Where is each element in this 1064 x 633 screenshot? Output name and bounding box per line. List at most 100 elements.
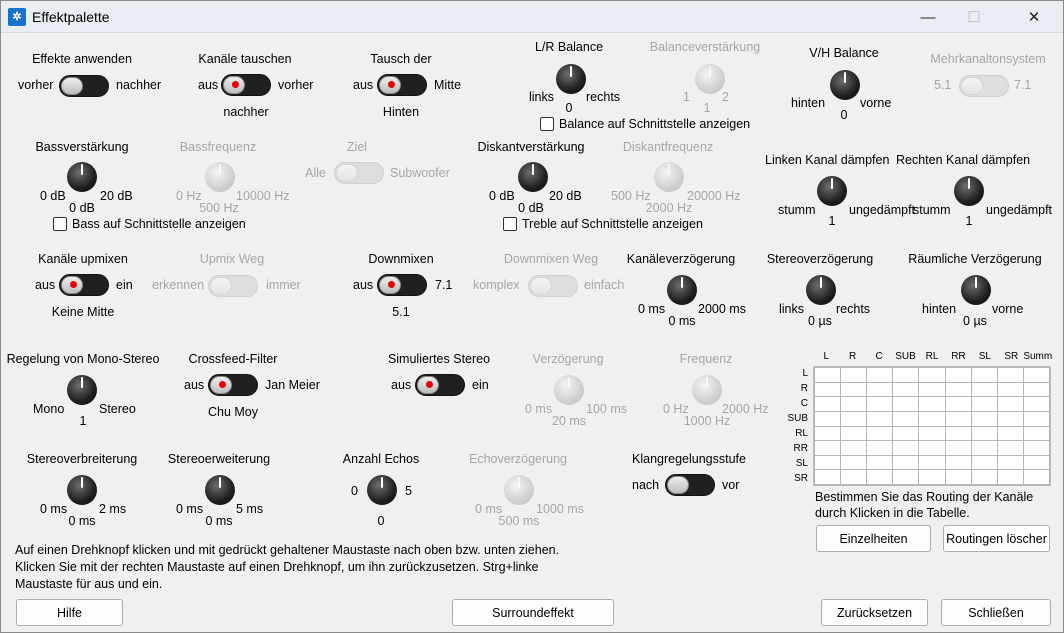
downmix-toggle[interactable] — [377, 274, 427, 296]
echoverz-knob[interactable] — [501, 472, 537, 508]
routing-cell[interactable] — [996, 469, 1024, 485]
routing-cell[interactable] — [918, 425, 946, 442]
routing-cell[interactable] — [840, 440, 868, 456]
stereoerw-knob[interactable] — [202, 472, 238, 508]
tausch-toggle[interactable] — [377, 74, 427, 96]
routing-cell[interactable] — [892, 469, 920, 485]
routing-cell[interactable] — [1022, 396, 1051, 412]
klangstufe-toggle[interactable] — [665, 474, 715, 496]
diskantfreq-knob[interactable] — [651, 159, 687, 195]
routing-cell[interactable] — [918, 381, 946, 398]
routing-cell[interactable] — [970, 381, 998, 398]
routing-cell[interactable] — [840, 381, 868, 398]
close-dialog-button[interactable]: Schließen — [941, 599, 1051, 626]
routing-cell[interactable] — [813, 396, 842, 412]
routing-cell[interactable] — [866, 410, 894, 427]
routing-cell[interactable] — [996, 410, 1024, 427]
routing-cell[interactable] — [866, 367, 894, 383]
routing-cell[interactable] — [892, 396, 920, 412]
verzoegerung-knob[interactable] — [551, 372, 587, 408]
minimize-button[interactable]: — — [905, 1, 951, 33]
routing-cell[interactable] — [866, 454, 894, 471]
crossfeed-toggle[interactable] — [208, 374, 258, 396]
routing-cell[interactable] — [813, 454, 842, 471]
routing-cell[interactable] — [918, 410, 946, 427]
reset-button[interactable]: Zurücksetzen — [821, 599, 928, 626]
routing-cell[interactable] — [1022, 367, 1051, 383]
routing-cell[interactable] — [1022, 425, 1051, 442]
routing-cell[interactable] — [944, 396, 972, 412]
routing-cell[interactable] — [892, 440, 920, 456]
routing-cell[interactable] — [813, 425, 842, 442]
stereoverz-knob[interactable] — [803, 272, 839, 308]
routing-cell[interactable] — [970, 410, 998, 427]
routing-cell[interactable] — [970, 396, 998, 412]
routing-cell[interactable] — [892, 367, 920, 383]
routing-cell[interactable] — [944, 381, 972, 398]
balanceverst-knob[interactable] — [692, 61, 728, 97]
simstereo-toggle[interactable] — [415, 374, 465, 396]
routing-cell[interactable] — [918, 396, 946, 412]
routing-cell[interactable] — [840, 396, 868, 412]
raeumlich-knob[interactable] — [958, 272, 994, 308]
routing-cell[interactable] — [892, 454, 920, 471]
routing-cell[interactable] — [813, 440, 842, 456]
routing-cell[interactable] — [813, 410, 842, 427]
upmix-weg-toggle[interactable] — [208, 275, 258, 297]
routing-cell[interactable] — [1022, 410, 1051, 427]
routing-cell[interactable] — [970, 469, 998, 485]
routing-cell[interactable] — [918, 440, 946, 456]
routing-cell[interactable] — [1022, 469, 1051, 485]
routing-cell[interactable] — [944, 425, 972, 442]
rechten-knob[interactable] — [951, 173, 987, 209]
routing-cell[interactable] — [944, 440, 972, 456]
frequenz-knob[interactable] — [689, 372, 725, 408]
bassfreq-knob[interactable] — [202, 159, 238, 195]
monostereo-knob[interactable] — [64, 372, 100, 408]
routing-cell[interactable] — [996, 454, 1024, 471]
routing-cell[interactable] — [866, 381, 894, 398]
echos-knob[interactable] — [364, 472, 400, 508]
routing-cell[interactable] — [866, 469, 894, 485]
routing-cell[interactable] — [840, 469, 868, 485]
routing-cell[interactable] — [996, 396, 1024, 412]
routing-cell[interactable] — [918, 469, 946, 485]
routing-cell[interactable] — [866, 396, 894, 412]
ziel-toggle[interactable] — [334, 162, 384, 184]
routing-cell[interactable] — [840, 425, 868, 442]
routing-cell[interactable] — [866, 425, 894, 442]
routing-cell[interactable] — [970, 367, 998, 383]
routing-cell[interactable] — [840, 367, 868, 383]
surround-button[interactable]: Surroundeffekt — [452, 599, 614, 626]
routing-cell[interactable] — [1022, 381, 1051, 398]
routing-cell[interactable] — [1022, 440, 1051, 456]
downmix-weg-toggle[interactable] — [528, 275, 578, 297]
routing-cell[interactable] — [813, 381, 842, 398]
routing-cell[interactable] — [944, 469, 972, 485]
mehrkanal-toggle[interactable] — [959, 75, 1009, 97]
maximize-button[interactable]: ☐ — [951, 1, 997, 33]
routing-cell[interactable] — [866, 440, 894, 456]
routing-cell[interactable] — [840, 454, 868, 471]
routing-cell[interactable] — [892, 381, 920, 398]
bass-checkbox[interactable] — [53, 217, 67, 231]
routing-cell[interactable] — [944, 410, 972, 427]
routing-cell[interactable] — [970, 425, 998, 442]
routing-cell[interactable] — [813, 469, 842, 485]
clear-routing-button[interactable]: Routingen löscher — [943, 525, 1050, 552]
stereoverbr-knob[interactable] — [64, 472, 100, 508]
diskant-knob[interactable] — [515, 159, 551, 195]
routing-cell[interactable] — [892, 410, 920, 427]
kanalverz-knob[interactable] — [664, 272, 700, 308]
routing-matrix[interactable] — [813, 366, 1051, 486]
routing-cell[interactable] — [970, 454, 998, 471]
routing-cell[interactable] — [918, 367, 946, 383]
help-button[interactable]: Hilfe — [16, 599, 123, 626]
routing-cell[interactable] — [996, 381, 1024, 398]
vh-balance-knob[interactable] — [827, 67, 863, 103]
routing-cell[interactable] — [944, 367, 972, 383]
routing-cell[interactable] — [892, 425, 920, 442]
routing-cell[interactable] — [1022, 454, 1051, 471]
routing-cell[interactable] — [970, 440, 998, 456]
linken-knob[interactable] — [814, 173, 850, 209]
